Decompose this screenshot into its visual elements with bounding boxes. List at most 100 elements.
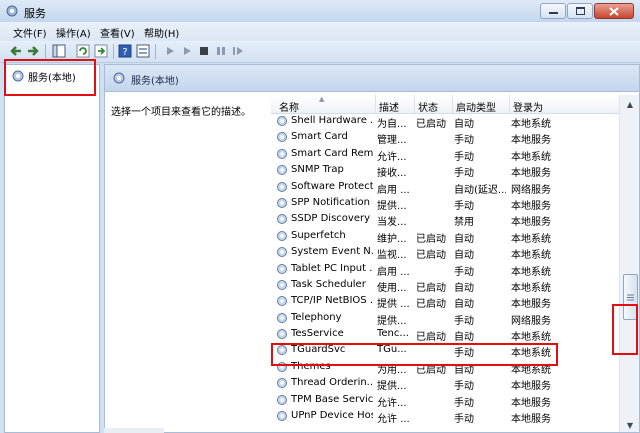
- service-logon-as: 本地系统: [511, 332, 551, 344]
- service-logon-as: 网络服务: [511, 315, 551, 327]
- pause-icon[interactable]: [214, 44, 228, 58]
- service-status: 已启动: [416, 233, 446, 245]
- highlight-box-tree: [4, 59, 96, 96]
- service-name: Shell Hardware ...: [291, 115, 373, 126]
- services-gear-icon: [113, 72, 125, 84]
- service-gear-icon: [277, 181, 287, 192]
- service-gear-icon: [277, 197, 287, 208]
- service-name: Superfetch: [291, 229, 346, 241]
- service-name: Smart Card: [291, 131, 348, 143]
- service-description: 提供...: [377, 381, 407, 393]
- service-description: 维护...: [377, 233, 407, 245]
- column-header-row: 名称 ▲ 描述 状态 启动类型 登录为: [271, 95, 639, 114]
- service-row[interactable]: Tablet PC Input ... 启用 ... 手动 本地系统: [271, 261, 619, 278]
- service-startup-type: 自动: [454, 282, 474, 294]
- menu-bar: 文件(F) 操作(A) 查看(V) 帮助(H): [0, 22, 640, 41]
- service-logon-as: 本地系统: [511, 233, 551, 245]
- service-logon-as: 本地系统: [511, 282, 551, 294]
- scroll-up-icon[interactable]: ▲: [622, 97, 638, 111]
- start-alt-icon[interactable]: [180, 44, 194, 58]
- forward-icon[interactable]: [26, 44, 40, 58]
- service-row[interactable]: TesService Tenc... 已启动 自动 本地系统: [271, 326, 619, 344]
- service-description: 允许 ...: [377, 414, 410, 426]
- service-row[interactable]: Task Scheduler 使用... 已启动 自动 本地系统: [271, 277, 619, 294]
- column-header-logon-as[interactable]: 登录为: [513, 99, 543, 114]
- toolbar: ?: [0, 41, 640, 63]
- service-row[interactable]: Software Protect... 启用 ... 自动(延迟... 网络服务: [271, 179, 619, 196]
- stop-icon[interactable]: [197, 44, 211, 58]
- service-row[interactable]: Telephony 提供... 手动 网络服务: [271, 310, 619, 327]
- svg-text:?: ?: [122, 47, 127, 58]
- service-description: 启用 ...: [377, 184, 410, 196]
- service-startup-type: 手动: [454, 151, 474, 163]
- service-row[interactable]: SPP Notification ... 提供... 手动 本地服务: [271, 195, 619, 212]
- service-description: 允许...: [377, 397, 407, 409]
- menu-view[interactable]: 查看(V): [100, 25, 135, 40]
- minimize-button[interactable]: [540, 3, 566, 19]
- menu-action[interactable]: 操作(A): [56, 25, 91, 40]
- service-row[interactable]: Smart Card 管理... 手动 本地服务: [271, 129, 619, 147]
- export-icon[interactable]: [94, 44, 108, 58]
- service-row[interactable]: UPnP Device Host 允许 ... 手动 本地服务: [271, 408, 619, 426]
- close-icon: [609, 6, 619, 16]
- close-button[interactable]: [594, 3, 634, 19]
- service-gear-icon: [277, 148, 287, 159]
- service-name: Thread Orderin...: [291, 377, 373, 389]
- service-row[interactable]: Superfetch 维护... 已启动 自动 本地系统: [271, 228, 619, 245]
- service-name: SPP Notification ...: [291, 196, 373, 208]
- service-name: UPnP Device Host: [291, 410, 373, 422]
- scroll-down-icon[interactable]: ▼: [622, 418, 638, 432]
- service-row[interactable]: TPM Base Servic... 允许... 手动 本地服务: [271, 392, 619, 409]
- service-logon-as: 本地服务: [511, 299, 551, 311]
- service-description: 启用 ...: [377, 266, 410, 278]
- service-name: Task Scheduler: [291, 278, 366, 290]
- service-description: 监视...: [377, 250, 407, 262]
- service-row[interactable]: Shell Hardware ... 为自... 已启动 自动 本地系统: [271, 113, 619, 130]
- service-startup-type: 手动: [454, 135, 474, 147]
- service-startup-type: 手动: [454, 266, 474, 278]
- back-icon[interactable]: [9, 44, 23, 58]
- service-startup-type: 自动: [454, 250, 474, 262]
- start-icon[interactable]: [163, 44, 177, 58]
- maximize-button[interactable]: [567, 3, 593, 19]
- service-description: 使用...: [377, 282, 407, 294]
- service-logon-as: 本地服务: [511, 200, 551, 212]
- service-row[interactable]: Smart Card Rem... 允许... 手动 本地系统: [271, 146, 619, 163]
- menu-file[interactable]: 文件(F): [13, 25, 47, 40]
- pane-header: 服务(本地): [105, 65, 639, 92]
- service-logon-as: 本地服务: [511, 381, 551, 393]
- service-row[interactable]: TCP/IP NetBIOS ... 提供 ... 已启动 自动 本地服务: [271, 293, 619, 311]
- service-logon-as: 本地服务: [511, 168, 551, 180]
- console-tree-icon[interactable]: [52, 44, 66, 58]
- service-logon-as: 本地服务: [511, 135, 551, 147]
- highlight-box-scrollbar: [612, 304, 638, 355]
- service-name: System Event N...: [291, 246, 373, 258]
- highlight-box-tguardsvc: [271, 343, 558, 366]
- services-gear-icon: [6, 5, 18, 17]
- service-gear-icon: [277, 230, 287, 241]
- view-tabs[interactable]: [104, 428, 164, 433]
- title-bar: 服务: [0, 0, 640, 22]
- help-icon[interactable]: ?: [118, 44, 132, 58]
- service-startup-type: 手动: [454, 381, 474, 393]
- service-logon-as: 本地服务: [511, 414, 551, 426]
- column-header-status[interactable]: 状态: [418, 99, 438, 114]
- service-gear-icon: [277, 132, 287, 143]
- service-gear-icon: [277, 378, 287, 389]
- service-row[interactable]: SNMP Trap 接收... 手动 本地服务: [271, 162, 619, 180]
- service-description: 提供...: [377, 315, 407, 327]
- column-header-name[interactable]: 名称: [279, 99, 299, 114]
- service-row[interactable]: SSDP Discovery 当发... 禁用 本地服务: [271, 211, 619, 229]
- column-header-startup-type[interactable]: 启动类型: [456, 99, 496, 114]
- service-description: 当发...: [377, 217, 407, 229]
- restart-icon[interactable]: [231, 44, 245, 58]
- refresh-icon[interactable]: [76, 44, 90, 58]
- column-header-description[interactable]: 描述: [379, 99, 399, 114]
- service-logon-as: 本地系统: [511, 119, 551, 130]
- service-row[interactable]: System Event N... 监视... 已启动 自动 本地系统: [271, 244, 619, 262]
- menu-help[interactable]: 帮助(H): [144, 25, 179, 40]
- service-row[interactable]: Thread Orderin... 提供... 手动 本地服务: [271, 375, 619, 393]
- service-status: 已启动: [416, 250, 446, 262]
- vertical-scrollbar[interactable]: ▲ ▼: [619, 95, 639, 432]
- properties-icon[interactable]: [136, 44, 150, 58]
